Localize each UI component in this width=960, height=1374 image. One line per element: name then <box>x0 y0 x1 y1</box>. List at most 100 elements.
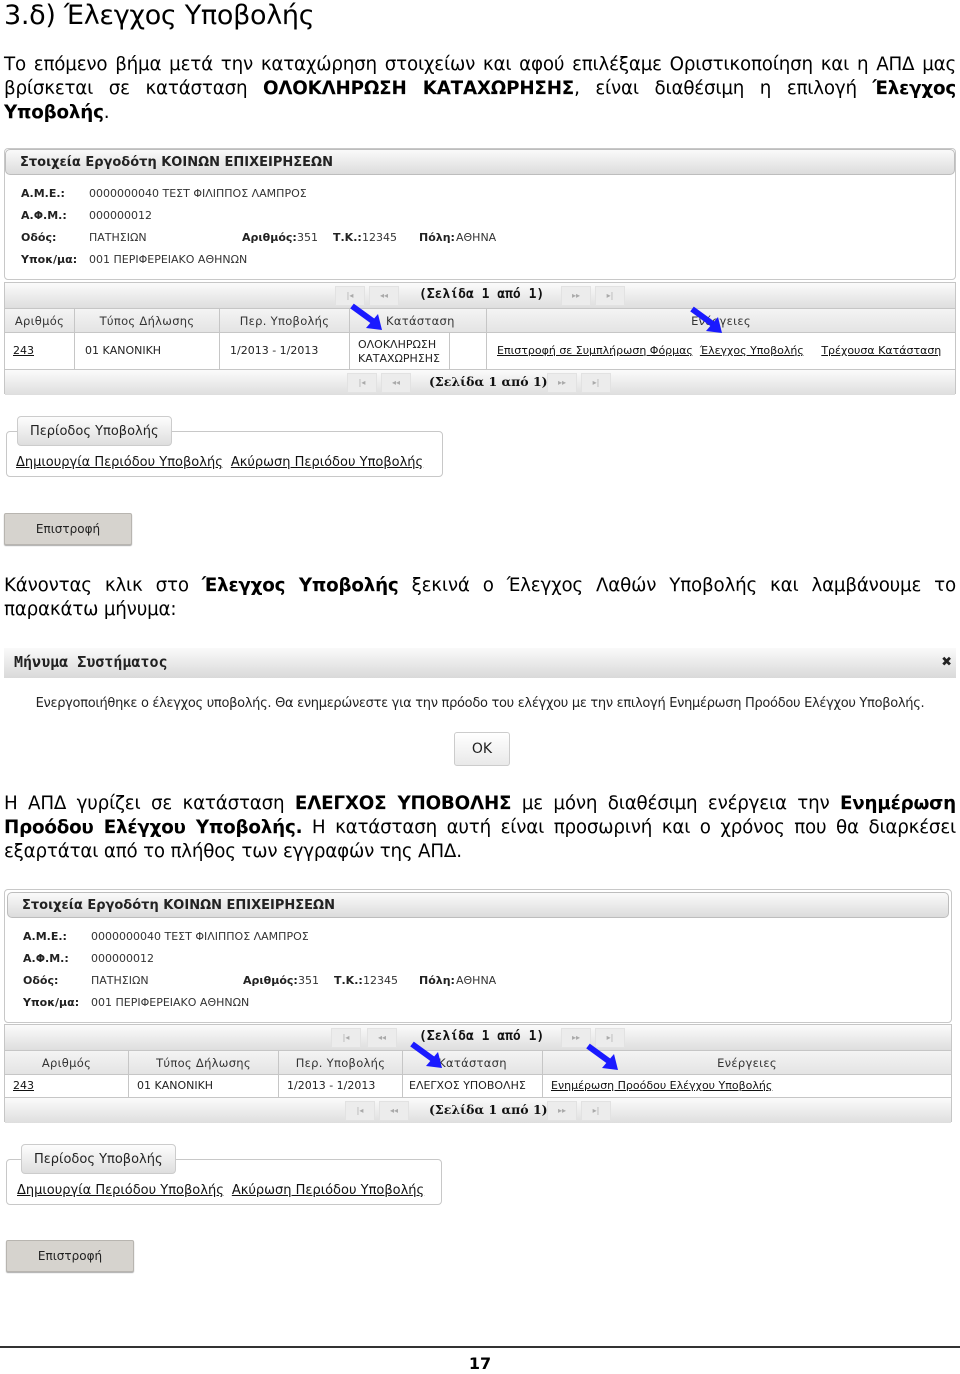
actions-cell: Ενημέρωση Προόδου Ελέγχου Υποβολής <box>543 1075 951 1097</box>
prev-page-icon[interactable]: ◂◂ <box>367 1028 397 1048</box>
declaration-period: 1/2013 - 1/2013 <box>279 1075 403 1097</box>
create-period-link[interactable]: Δημιουργία Περιόδου Υποβολής <box>17 1183 224 1198</box>
submission-period-tab[interactable]: Περίοδος Υποβολής <box>17 416 172 446</box>
declaration-period: 1/2013 - 1/2013 <box>220 333 350 369</box>
col-header-number[interactable]: Αριθμός <box>5 1051 129 1075</box>
col-header-type[interactable]: Τύπος Δήλωσης <box>129 1051 279 1075</box>
last-page-icon[interactable]: ▸| <box>595 286 625 306</box>
cancel-period-link[interactable]: Ακύρωση Περιόδου Υποβολής <box>231 455 423 470</box>
ame-label: Α.Μ.Ε.: <box>21 187 65 200</box>
col-header-number[interactable]: Αριθμός <box>5 309 75 333</box>
submission-period-tab[interactable]: Περίοδος Υποβολής <box>21 1144 176 1174</box>
afm-label: Α.Φ.Μ.: <box>21 209 67 222</box>
return-to-form-link[interactable]: Επιστροφή σε Συμπλήρωση Φόρμας <box>497 344 693 357</box>
col-header-period[interactable]: Περ. Υποβολής <box>220 309 350 333</box>
section-heading: 3.δ) Έλεγχος Υποβολής <box>4 0 315 31</box>
city-value: ΑΘΗΝΑ <box>456 974 497 987</box>
update-check-progress-link[interactable]: Ενημέρωση Προόδου Ελέγχου Υποβολής <box>551 1079 772 1092</box>
next-page-icon[interactable]: ▸▸ <box>561 286 591 306</box>
actions-cell: Επιστροφή σε Συμπλήρωση Φόρμας Έλεγχος Υ… <box>487 333 955 369</box>
back-button[interactable]: Επιστροφή <box>6 1240 134 1272</box>
cancel-period-link[interactable]: Ακύρωση Περιόδου Υποβολής <box>232 1183 424 1198</box>
system-message-header: Μήνυμα Συστήματος ✖ <box>4 648 956 678</box>
page-indicator: (Σελίδα 1 από 1) <box>429 374 548 389</box>
declaration-type: 01 ΚΑΝΟΝΙΚΗ <box>129 1075 279 1097</box>
tk-label: Τ.Κ.: <box>334 974 363 987</box>
dialog-message: Ενεργοποιήθηκε ο έλεγχος υποβολής. Θα εν… <box>35 696 925 711</box>
ame-label: Α.Μ.Ε.: <box>23 930 67 943</box>
next-page-icon[interactable]: ▸▸ <box>547 373 577 393</box>
bold-text: ΕΛΕΓΧΟΣ ΥΠΟΒΟΛΗΣ <box>294 793 512 814</box>
afm-value: 000000012 <box>91 952 154 965</box>
first-page-icon[interactable]: |◂ <box>331 1028 361 1048</box>
next-page-icon[interactable]: ▸▸ <box>547 1101 577 1121</box>
ok-button[interactable]: OK <box>454 732 510 766</box>
last-page-icon[interactable]: ▸| <box>581 1101 611 1121</box>
annotation-arrow-icon <box>690 306 722 333</box>
annotation-arrow-icon <box>350 303 382 330</box>
street-value: ΠΑΤΗΣΙΩΝ <box>91 974 149 987</box>
footer-divider <box>0 1346 960 1348</box>
page-number: 17 <box>468 1354 492 1373</box>
bold-text: Έλεγχος Υποβολής <box>201 575 399 596</box>
declaration-number-link[interactable]: 243 <box>13 1079 34 1092</box>
close-icon[interactable]: ✖ <box>942 652 952 672</box>
declarations-grid: |◂ ◂◂ (Σελίδα 1 από 1) ▸▸ ▸| Αριθμός Τύπ… <box>4 282 956 395</box>
tk-value: 12345 <box>363 974 398 987</box>
afm-label: Α.Φ.Μ.: <box>23 952 69 965</box>
dialog-title: Μήνυμα Συστήματος <box>14 653 168 671</box>
prev-page-icon[interactable]: ◂◂ <box>381 373 411 393</box>
street-label: Οδός: <box>21 231 57 244</box>
submission-period-box: Περίοδος Υποβολής Δημιουργία Περιόδου Υπ… <box>6 1144 442 1205</box>
text: . <box>103 102 110 123</box>
grid-header-row: Αριθμός Τύπος Δήλωσης Περ. Υποβολής Κατά… <box>5 309 955 333</box>
branch-label: Υποκ/μα: <box>23 996 80 1009</box>
page-indicator: (Σελίδα 1 από 1) <box>429 1102 548 1117</box>
tk-label: Τ.Κ.: <box>333 231 362 244</box>
intro-paragraph: Το επόμενο βήμα μετά την καταχώρηση στοι… <box>4 53 956 125</box>
pager-top: |◂ ◂◂ (Σελίδα 1 από 1) ▸▸ ▸| <box>5 283 955 309</box>
branch-label: Υποκ/μα: <box>21 253 78 266</box>
click-paragraph: Κάνοντας κλικ στο Έλεγχος Υποβολής ξεκιν… <box>4 574 956 622</box>
ame-value: 0000000040 ΤΕΣΤ ΦΙΛΙΠΠΟΣ ΛΑΜΠΡΟΣ <box>91 930 309 943</box>
number-value: 351 <box>298 974 319 987</box>
number-value: 351 <box>297 231 318 244</box>
prev-page-icon[interactable]: ◂◂ <box>379 1101 409 1121</box>
street-value: ΠΑΤΗΣΙΩΝ <box>89 231 147 244</box>
annotation-arrow-icon <box>586 1043 618 1070</box>
employer-panel-title: Στοιχεία Εργοδότη ΚΟΙΝΩΝ ΕΠΙΧΕΙΡΗΣΕΩΝ <box>7 892 949 918</box>
last-page-icon[interactable]: ▸| <box>581 373 611 393</box>
declarations-grid: |◂ ◂◂ (Σελίδα 1 από 1) ▸▸ ▸| Αριθμός Τύπ… <box>4 1024 952 1123</box>
col-header-type[interactable]: Τύπος Δήλωσης <box>75 309 220 333</box>
text: Κάνοντας κλικ στο <box>4 575 202 596</box>
number-label: Αριθμός: <box>242 231 297 244</box>
first-page-icon[interactable]: |◂ <box>347 373 377 393</box>
city-label: Πόλη: <box>419 231 455 244</box>
status-cell-border <box>350 333 487 369</box>
submission-check-link[interactable]: Έλεγχος Υποβολής <box>700 344 804 357</box>
afm-value: 000000012 <box>89 209 152 222</box>
back-button[interactable]: Επιστροφή <box>4 513 132 545</box>
street-label: Οδός: <box>23 974 59 987</box>
grid-header-row: Αριθμός Τύπος Δήλωσης Περ. Υποβολής Κατά… <box>5 1051 951 1075</box>
tk-value: 12345 <box>362 231 397 244</box>
first-page-icon[interactable]: |◂ <box>345 1101 375 1121</box>
text: Η ΑΠΔ γυρίζει σε κατάσταση <box>4 793 295 814</box>
pager-bottom: |◂ ◂◂ (Σελίδα 1 από 1) ▸▸ ▸| <box>5 1097 951 1123</box>
city-label: Πόλη: <box>419 974 455 987</box>
col-header-period[interactable]: Περ. Υποβολής <box>279 1051 403 1075</box>
submission-period-box: Περίοδος Υποβολής Δημιουργία Περιόδου Υπ… <box>6 416 443 477</box>
declaration-number-link[interactable]: 243 <box>13 344 34 357</box>
city-value: ΑΘΗΝΑ <box>456 231 497 244</box>
current-status-link[interactable]: Τρέχουσα Κατάσταση <box>821 344 941 357</box>
bold-text: ΟΛΟΚΛΗΡΩΣΗ ΚΑΤΑΧΩΡΗΣΗΣ <box>263 78 575 99</box>
pager-bottom: |◂ ◂◂ (Σελίδα 1 από 1) ▸▸ ▸| <box>5 369 955 395</box>
page-indicator: (Σελίδα 1 από 1) <box>419 287 545 302</box>
create-period-link[interactable]: Δημιουργία Περιόδου Υποβολής <box>16 455 223 470</box>
employer-panel: Στοιχεία Εργοδότη ΚΟΙΝΩΝ ΕΠΙΧΕΙΡΗΣΕΩΝ Α.… <box>4 889 952 1023</box>
branch-value: 001 ΠΕΡΙΦΕΡΕΙΑΚΟ ΑΘΗΝΩΝ <box>91 996 250 1009</box>
number-label: Αριθμός: <box>243 974 298 987</box>
table-row: 243 01 ΚΑΝΟΝΙΚΗ 1/2013 - 1/2013 ΟΛΟΚΛΗΡΩ… <box>5 333 955 369</box>
declaration-status: ΕΛΕΓΧΟΣ ΥΠΟΒΟΛΗΣ <box>403 1075 543 1097</box>
pager-top: |◂ ◂◂ (Σελίδα 1 από 1) ▸▸ ▸| <box>5 1025 951 1051</box>
